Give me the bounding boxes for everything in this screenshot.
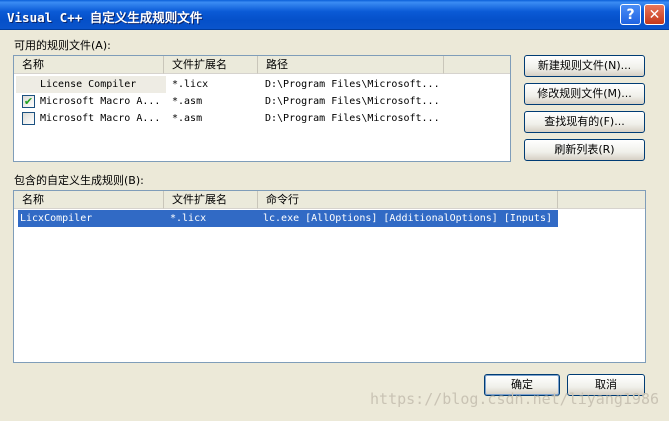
help-icon: ? bbox=[626, 6, 635, 23]
refresh-list-button[interactable]: 刷新列表(R) bbox=[524, 139, 645, 161]
rule-name: Microsoft Macro A... bbox=[40, 113, 161, 124]
title-bar[interactable]: Visual C++ 自定义生成规则文件 ? ✕ bbox=[0, 0, 669, 30]
rule-extension: *.asm bbox=[172, 113, 203, 124]
table-row[interactable]: LicxCompiler *.licx lc.exe [AllOptions] … bbox=[18, 210, 558, 227]
column-header-command-line[interactable]: 命令行 bbox=[258, 191, 558, 209]
watermark: https://blog.csdn.net/liyang1986 bbox=[370, 390, 659, 408]
rule-path: D:\Program Files\Microsoft... bbox=[265, 113, 440, 124]
column-header-filler bbox=[444, 56, 510, 74]
list-item[interactable]: License Compiler *.licx D:\Program Files… bbox=[16, 76, 446, 93]
close-icon: ✕ bbox=[648, 6, 661, 23]
column-header-extension[interactable]: 文件扩展名 bbox=[164, 56, 258, 74]
help-button[interactable]: ? bbox=[620, 4, 641, 25]
column-header-name[interactable]: 名称 bbox=[14, 191, 164, 209]
close-button[interactable]: ✕ bbox=[644, 4, 665, 25]
included-rules-label: 包含的自定义生成规则(B): bbox=[14, 174, 144, 187]
list-item[interactable]: Microsoft Macro A... *.asm D:\Program Fi… bbox=[16, 110, 446, 127]
list-item[interactable]: ✔ Microsoft Macro A... *.asm D:\Program … bbox=[16, 93, 446, 110]
rule-extension: *.licx bbox=[172, 79, 209, 90]
rule-extension: *.licx bbox=[170, 213, 207, 224]
column-header-name[interactable]: 名称 bbox=[14, 56, 164, 74]
rule-extension: *.asm bbox=[172, 96, 203, 107]
rule-path: D:\Program Files\Microsoft... bbox=[265, 96, 440, 107]
modify-rule-file-button[interactable]: 修改规则文件(M)... bbox=[524, 83, 645, 105]
rule-name: Microsoft Macro A... bbox=[40, 96, 161, 107]
column-header-filler bbox=[558, 191, 645, 209]
available-rules-label: 可用的规则文件(A): bbox=[14, 39, 111, 52]
included-rules-list[interactable]: 名称 文件扩展名 命令行 LicxCompiler *.licx lc.exe … bbox=[13, 190, 646, 363]
rule-name: LicxCompiler bbox=[20, 213, 93, 224]
window-title: Visual C++ 自定义生成规则文件 bbox=[7, 10, 203, 25]
find-existing-button[interactable]: 查找现有的(F)... bbox=[524, 111, 645, 133]
available-rules-list[interactable]: 名称 文件扩展名 路径 License Compiler *.licx D:\P… bbox=[13, 55, 511, 162]
new-rule-file-button[interactable]: 新建规则文件(N)... bbox=[524, 55, 645, 77]
rule-name: License Compiler bbox=[16, 76, 166, 93]
column-header-extension[interactable]: 文件扩展名 bbox=[164, 191, 258, 209]
column-header-path[interactable]: 路径 bbox=[258, 56, 444, 74]
rule-path: D:\Program Files\Microsoft... bbox=[265, 79, 440, 90]
rule-command-line: lc.exe [AllOptions] [AdditionalOptions] … bbox=[263, 213, 552, 224]
